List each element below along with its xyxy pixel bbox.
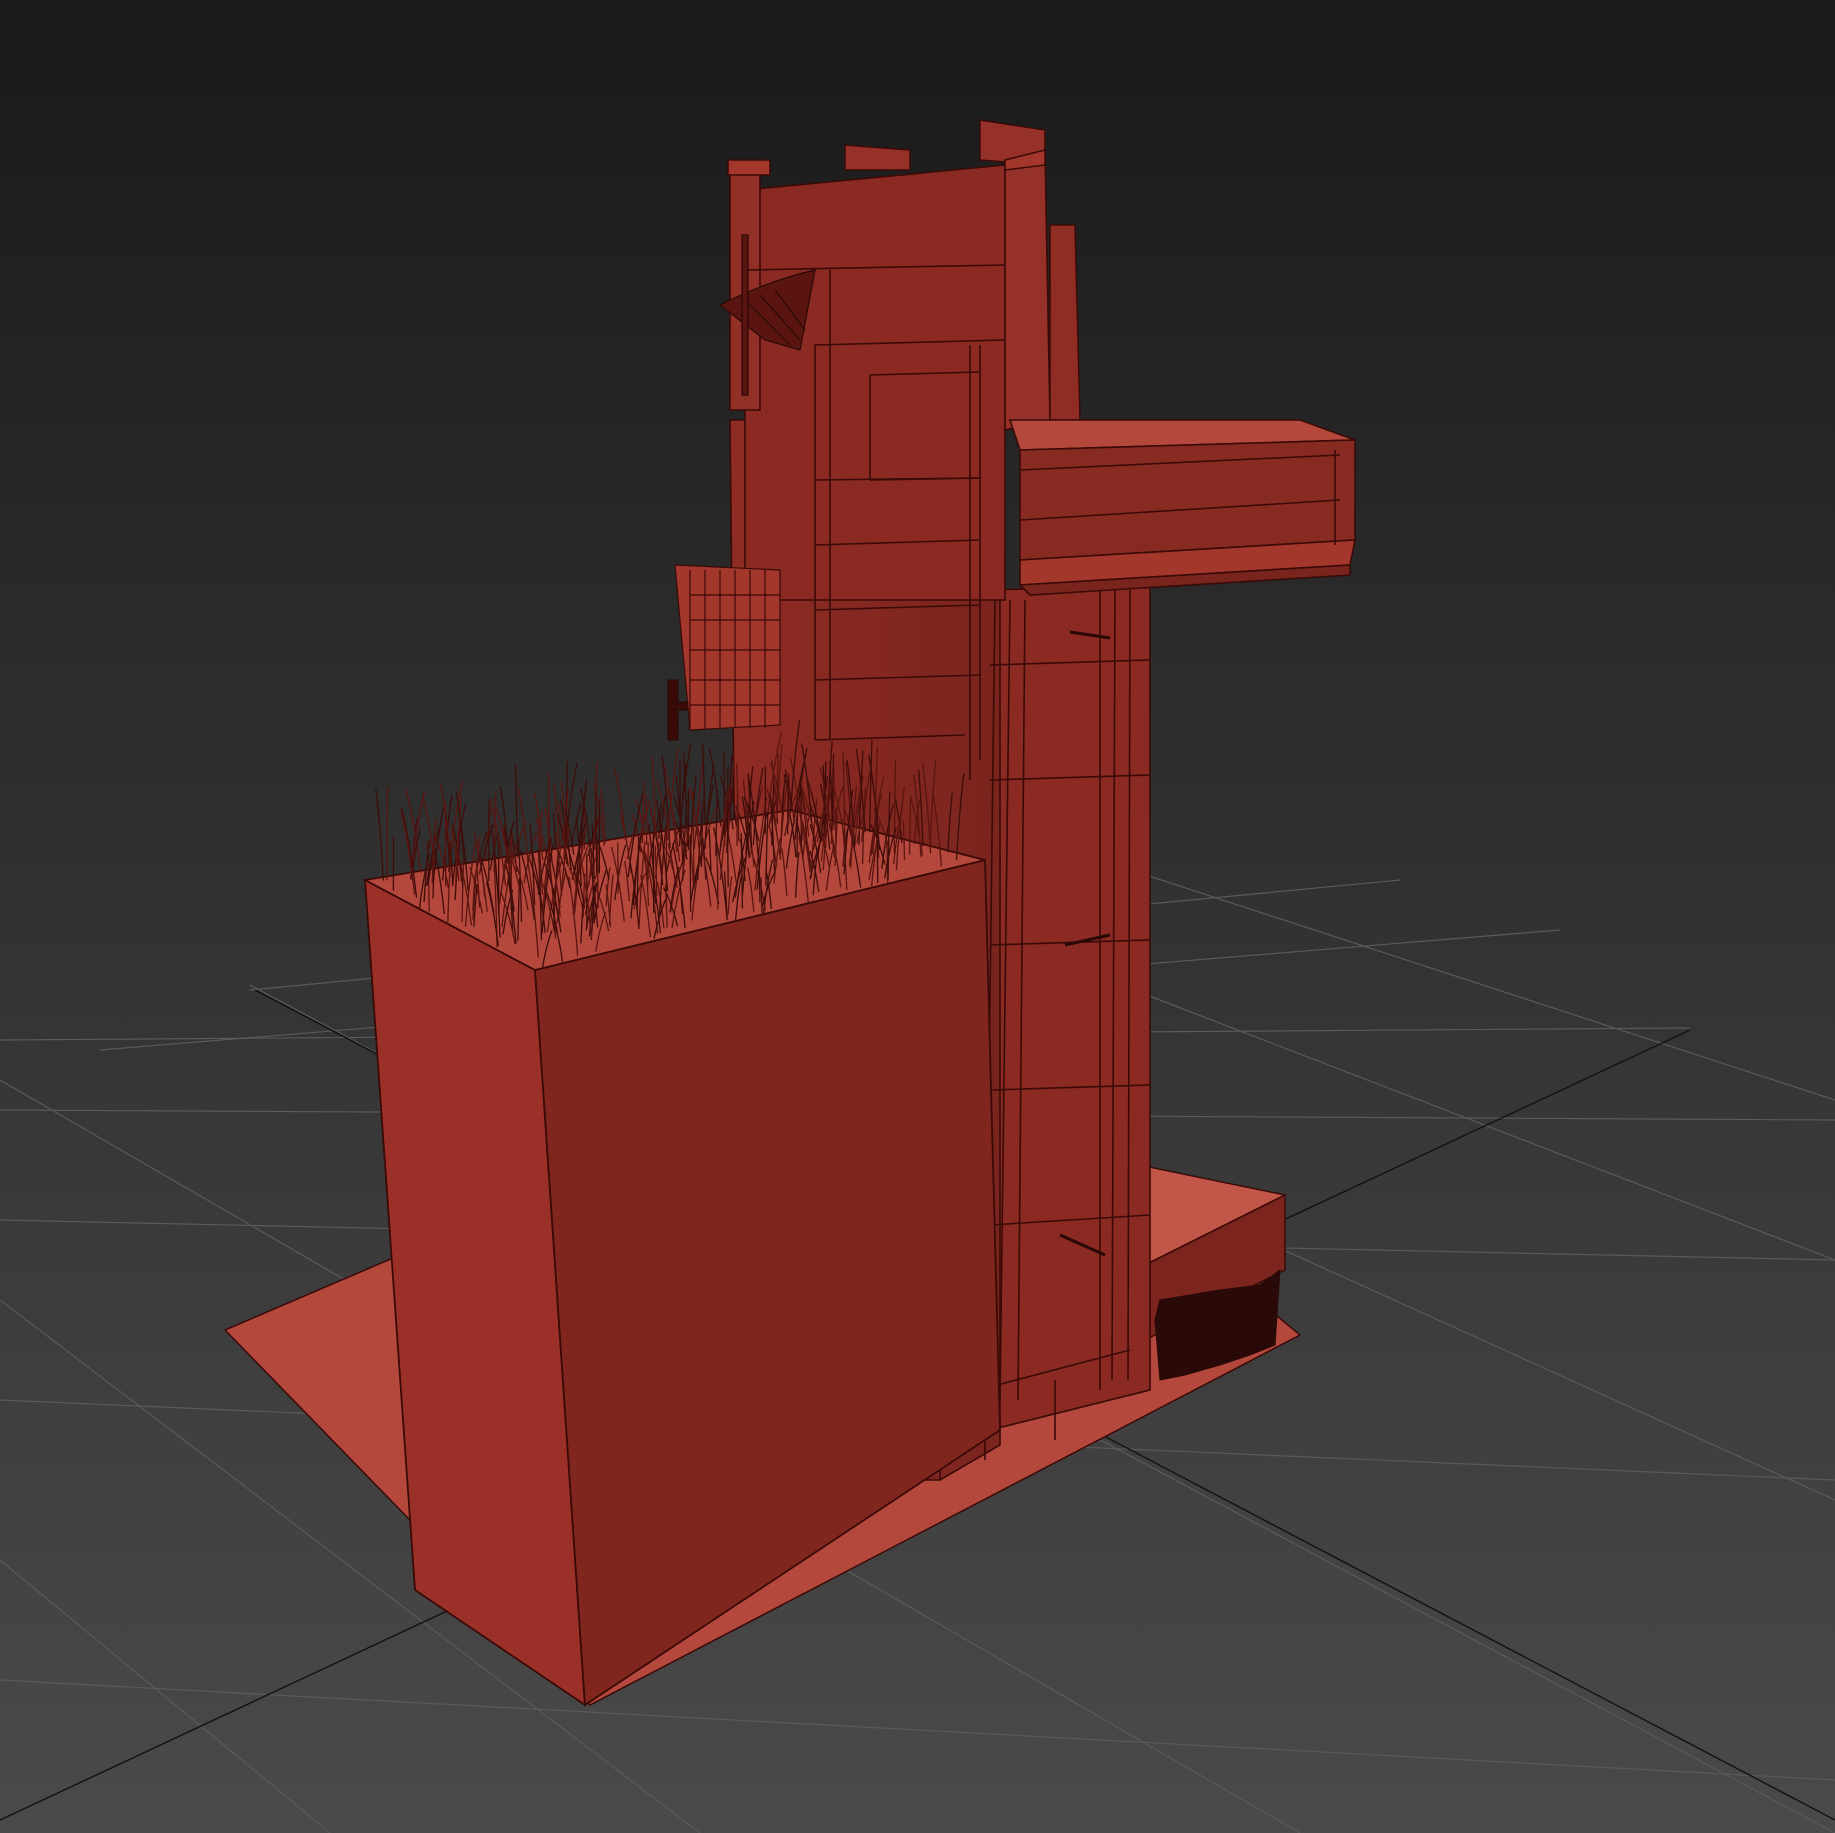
grass-blade xyxy=(645,794,648,846)
grass-blade xyxy=(796,802,799,858)
grass-blade xyxy=(647,842,649,888)
perspective-viewport[interactable] xyxy=(0,0,1835,1833)
scene-canvas[interactable] xyxy=(0,0,1835,1833)
grass-blade xyxy=(386,786,389,881)
vent-grille[interactable] xyxy=(674,564,781,731)
cantilever-balcony[interactable] xyxy=(1008,419,1356,596)
